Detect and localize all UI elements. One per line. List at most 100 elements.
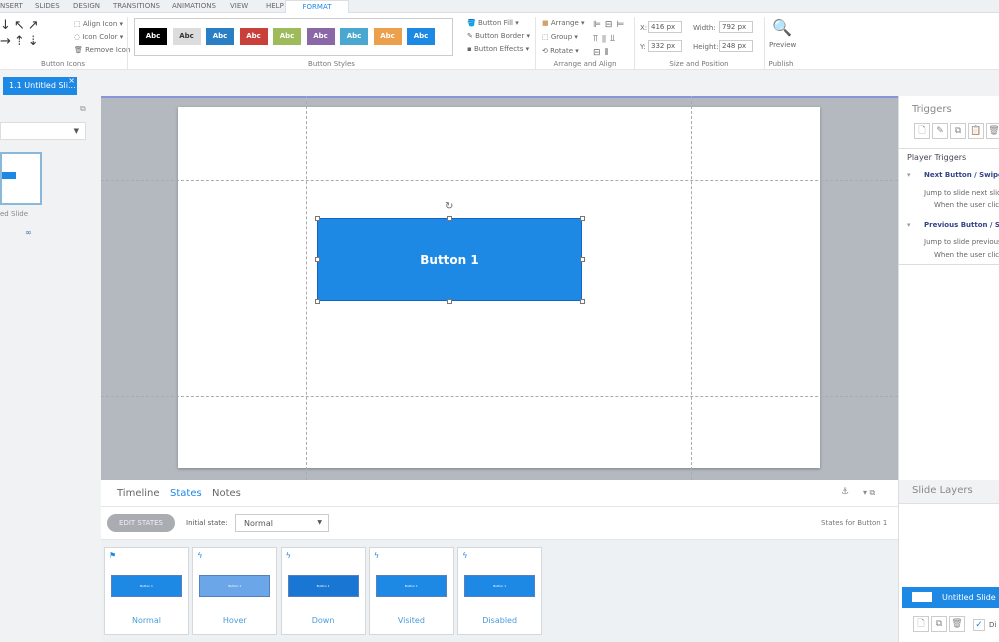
button-style-swatch[interactable]: Abc bbox=[172, 28, 201, 45]
button-style-swatch[interactable]: Abc bbox=[306, 28, 335, 45]
state-card-down[interactable]: ϟ Button 1 Down bbox=[280, 547, 366, 635]
dim-checkbox[interactable]: ✓ bbox=[973, 619, 985, 631]
tab-states[interactable]: States bbox=[170, 488, 202, 499]
x-label: X: bbox=[640, 24, 648, 32]
trigger-action[interactable]: Jump to slide previous bbox=[924, 238, 999, 246]
guide-line[interactable] bbox=[101, 180, 898, 181]
slide-thumbnail[interactable] bbox=[0, 152, 42, 205]
button-style-swatch[interactable]: Abc bbox=[340, 28, 368, 45]
x-field[interactable]: 416 px bbox=[648, 21, 682, 33]
tab-view[interactable]: VIEW bbox=[230, 2, 248, 10]
height-label: Height: bbox=[693, 43, 719, 51]
button-style-swatch[interactable]: Abc bbox=[139, 28, 167, 45]
align-icons[interactable]: ⊫⊟⊨ ⫪⫴⫫ ⊟⫴ bbox=[593, 18, 628, 60]
tab-notes[interactable]: Notes bbox=[212, 488, 241, 499]
resize-handle[interactable] bbox=[447, 216, 452, 221]
rotate-button[interactable]: ⟲ Rotate ▾ bbox=[542, 47, 579, 55]
tab-format[interactable]: FORMAT bbox=[285, 0, 349, 14]
duplicate-layer-icon[interactable]: ⧉ bbox=[931, 616, 947, 632]
trigger-condition[interactable]: When the user clicks bbox=[934, 201, 999, 209]
delete-icon[interactable]: 🗑 bbox=[986, 123, 999, 139]
button-style-swatch[interactable]: Abc bbox=[373, 28, 402, 45]
trigger-name[interactable]: Next Button / Swipe l bbox=[924, 171, 999, 179]
state-label: Normal bbox=[132, 616, 161, 625]
remove-icon-button[interactable]: 🗑 Remove Icon bbox=[74, 46, 130, 54]
copy-icon[interactable]: ⧉ bbox=[950, 123, 966, 139]
state-preview: Button 1 bbox=[111, 575, 182, 597]
guide-line[interactable] bbox=[306, 96, 307, 480]
collapse-icon[interactable]: ▾ bbox=[907, 171, 911, 179]
tab-slides[interactable]: SLIDES bbox=[35, 2, 60, 10]
preview-icon[interactable]: 🔍 bbox=[772, 18, 792, 37]
state-card-visited[interactable]: ϟ Button 1 Visited bbox=[368, 547, 454, 635]
tab-transitions[interactable]: TRANSITIONS bbox=[113, 2, 160, 10]
resize-handle[interactable] bbox=[447, 299, 452, 304]
new-trigger-icon[interactable]: 🗋 bbox=[914, 123, 930, 139]
button-style-swatch[interactable]: Abc bbox=[407, 28, 435, 45]
state-card-normal[interactable]: ⚑ Button 1 Normal bbox=[104, 547, 189, 635]
lightning-icon: ϟ bbox=[462, 551, 468, 560]
document-tab[interactable]: 1.1 Untitled Sli... × bbox=[3, 76, 77, 95]
guide-line[interactable] bbox=[101, 396, 898, 397]
tab-design[interactable]: DESIGN bbox=[73, 2, 100, 10]
height-field[interactable]: 248 px bbox=[719, 40, 753, 52]
states-for-label: States for Button 1 bbox=[821, 519, 888, 527]
resize-handle[interactable] bbox=[580, 216, 585, 221]
resize-handle[interactable] bbox=[315, 257, 320, 262]
tab-animations[interactable]: ANIMATIONS bbox=[172, 2, 216, 10]
state-preview: Button 1 bbox=[287, 575, 359, 597]
slide-button[interactable]: Button 1 bbox=[317, 218, 582, 301]
delete-layer-icon[interactable]: 🗑 bbox=[949, 616, 965, 632]
edit-trigger-icon[interactable]: ✎ bbox=[932, 123, 948, 139]
close-icon[interactable]: × bbox=[68, 72, 75, 90]
paste-icon[interactable]: 📋 bbox=[968, 123, 984, 139]
button-border-button[interactable]: ✎ Button Border ▾ bbox=[467, 32, 530, 40]
panel-options-icon[interactable]: ▾ ⧉ bbox=[863, 488, 875, 498]
trigger-action[interactable]: Jump to slide next slide bbox=[924, 189, 999, 197]
resize-handle[interactable] bbox=[580, 257, 585, 262]
scene-dropdown[interactable]: ▼ bbox=[0, 122, 86, 140]
button-fill-button[interactable]: 🪣 Button Fill ▾ bbox=[467, 19, 519, 27]
initial-state-dropdown[interactable]: Normal ▼ bbox=[235, 514, 329, 532]
restore-icon[interactable]: ⧉ bbox=[80, 104, 86, 114]
y-field[interactable]: 332 px bbox=[648, 40, 682, 52]
layer-item[interactable]: Untitled Slide bbox=[902, 587, 999, 608]
tab-help[interactable]: HELP bbox=[266, 2, 284, 10]
tab-insert[interactable]: NSERT bbox=[0, 2, 23, 10]
button-fill-label: Button Fill bbox=[477, 19, 513, 27]
rotate-handle-icon[interactable]: ↻ bbox=[445, 201, 453, 212]
button-style-swatch[interactable]: Abc bbox=[273, 28, 301, 45]
resize-handle[interactable] bbox=[315, 299, 320, 304]
button-style-swatch[interactable]: Abc bbox=[239, 28, 268, 45]
trigger-name[interactable]: Previous Button / Swi bbox=[924, 221, 999, 229]
trigger-condition[interactable]: When the user clicks bbox=[934, 251, 999, 259]
button-style-swatch[interactable]: Abc bbox=[206, 28, 234, 45]
edit-states-button[interactable]: EDIT STATES bbox=[107, 514, 175, 532]
button-border-label: Button Border bbox=[475, 32, 525, 40]
group-button[interactable]: ⬚ Group ▾ bbox=[542, 33, 578, 41]
resize-handle[interactable] bbox=[580, 299, 585, 304]
resize-handle[interactable] bbox=[315, 216, 320, 221]
lightning-icon: ϟ bbox=[285, 551, 291, 560]
icon-color-label: Icon Color bbox=[82, 33, 118, 41]
y-label: Y: bbox=[640, 43, 646, 51]
arrange-button[interactable]: ■ Arrange ▾ bbox=[542, 19, 585, 27]
pin-icon[interactable]: ⚓ bbox=[841, 487, 849, 497]
state-card-hover[interactable]: ϟ Button 1 Hover bbox=[192, 547, 278, 635]
lightning-icon: ϟ bbox=[373, 551, 380, 560]
group-label-size: Size and Position bbox=[669, 60, 729, 68]
rotate-label: Rotate bbox=[550, 47, 574, 55]
state-card-disabled[interactable]: ϟ Button 1 Disabled bbox=[457, 547, 543, 635]
arrow-icons-gallery[interactable]: ↓↖↗ →⇡⇣ bbox=[0, 18, 42, 50]
flag-icon: ⚑ bbox=[109, 551, 117, 560]
collapse-icon[interactable]: ▾ bbox=[907, 221, 911, 229]
icon-color-button[interactable]: ◌ Icon Color ▾ bbox=[74, 33, 123, 41]
new-layer-icon[interactable]: 🗋 bbox=[913, 616, 929, 632]
align-icon-button[interactable]: ⬚ Align Icon ▾ bbox=[74, 20, 123, 28]
width-field[interactable]: 792 px bbox=[719, 21, 753, 33]
guide-line[interactable] bbox=[691, 96, 692, 480]
button-effects-button[interactable]: ▪ Button Effects ▾ bbox=[467, 45, 529, 53]
tab-timeline[interactable]: Timeline bbox=[117, 488, 160, 499]
preview-button[interactable]: Preview bbox=[769, 41, 796, 49]
width-label: Width: bbox=[693, 24, 716, 32]
